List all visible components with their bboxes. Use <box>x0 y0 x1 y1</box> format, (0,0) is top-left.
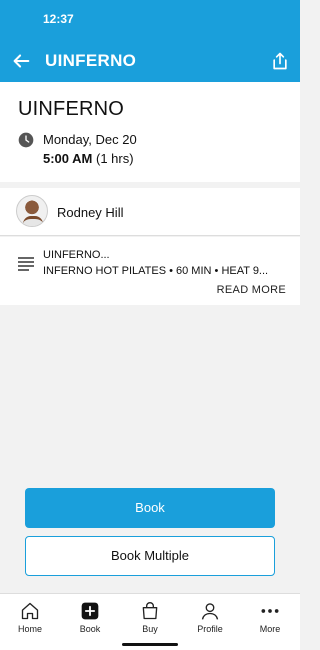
instructor-name: Rodney Hill <box>57 205 124 220</box>
tab-home[interactable]: Home <box>0 601 60 634</box>
class-time: 5:00 AM <box>43 151 93 166</box>
tab-profile[interactable]: Profile <box>180 601 240 634</box>
app-bar-title: UINFERNO <box>45 51 137 70</box>
clock-icon <box>18 132 34 148</box>
tab-label: More <box>259 624 281 634</box>
read-more-link[interactable]: READ MORE <box>217 284 286 296</box>
app-bar: UINFERNO <box>0 40 300 82</box>
status-bar: 12:37 <box>0 0 300 40</box>
user-icon <box>201 603 219 620</box>
description-title: UINFERNO... <box>43 249 110 261</box>
class-duration: (1 hrs) <box>92 151 134 166</box>
instructor-row[interactable]: Rodney Hill <box>0 188 300 236</box>
tab-label: Home <box>17 624 42 634</box>
class-date: Monday, Dec 20 <box>43 132 137 147</box>
class-title: UINFERNO <box>18 98 125 120</box>
book-multiple-button[interactable]: Book Multiple <box>25 536 275 576</box>
tab-more[interactable]: More <box>240 601 300 634</box>
shopping-bag-icon <box>142 602 158 620</box>
tab-label: Profile <box>197 624 223 634</box>
tab-label: Book <box>79 624 101 634</box>
avatar <box>16 195 48 227</box>
home-indicator <box>122 643 178 646</box>
class-time-line: 5:00 AM (1 hrs) <box>43 151 134 166</box>
tab-label: Buy <box>142 624 158 634</box>
description-card: UINFERNO... INFERNO HOT PILATES • 60 MIN… <box>0 237 300 305</box>
more-dots-icon <box>261 609 279 613</box>
bottom-tab-bar: Home Book Buy Profile More <box>0 593 300 650</box>
plus-square-icon <box>81 602 99 620</box>
arrow-left-icon[interactable] <box>10 50 32 72</box>
class-summary-card: UINFERNO Monday, Dec 20 5:00 AM (1 hrs) <box>0 82 300 182</box>
description-lines-icon <box>18 257 34 271</box>
home-icon <box>21 602 39 620</box>
tab-buy[interactable]: Buy <box>120 601 180 634</box>
share-icon[interactable] <box>270 50 290 72</box>
description-body: INFERNO HOT PILATES • 60 MIN • HEAT 9... <box>43 265 269 277</box>
book-button[interactable]: Book <box>25 488 275 528</box>
status-time: 12:37 <box>43 12 74 26</box>
tab-book[interactable]: Book <box>60 601 120 634</box>
